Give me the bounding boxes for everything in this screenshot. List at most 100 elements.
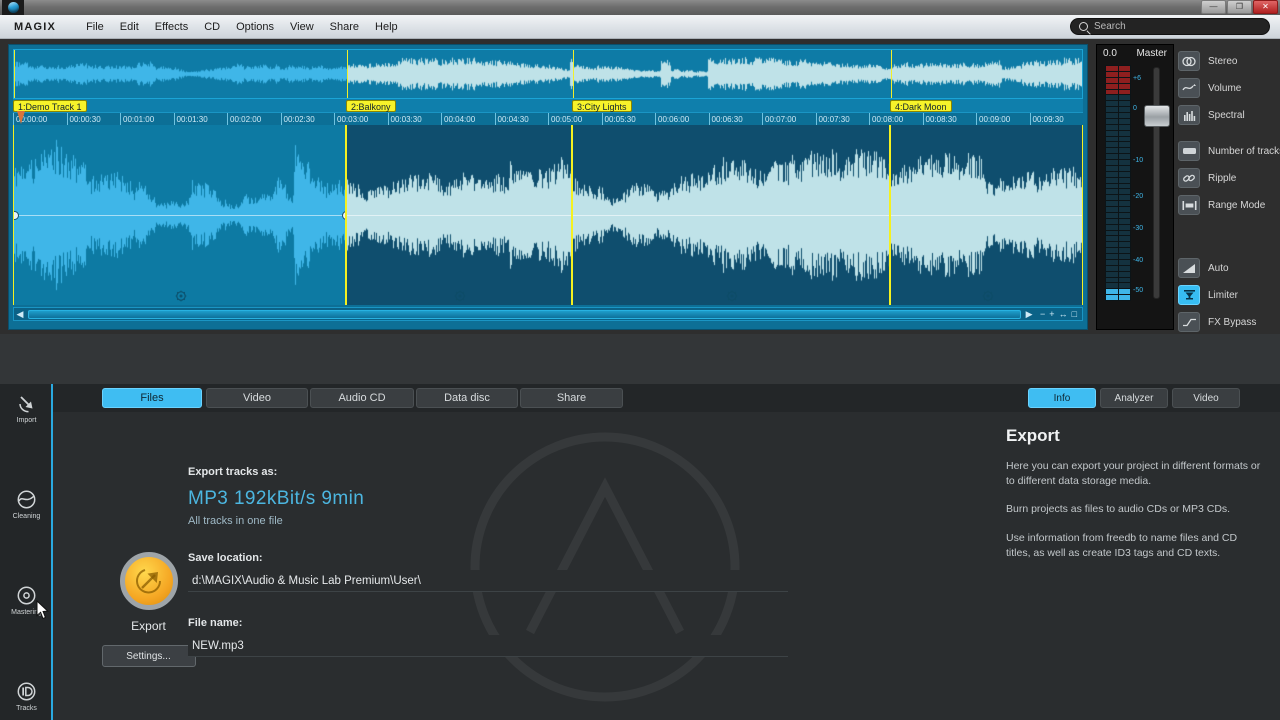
close-button[interactable]: ✕	[1253, 0, 1278, 14]
track-clip-2[interactable]	[346, 125, 572, 305]
scroll-left-icon[interactable]: ◀	[14, 308, 26, 320]
zoom-out-icon[interactable]: −	[1040, 309, 1045, 319]
ruler-tick: 00:02:00	[227, 113, 261, 125]
range-mode-label: Range Mode	[1208, 199, 1266, 211]
clip-fx-badge-icon[interactable]	[453, 290, 467, 302]
tab-video-info[interactable]: Video	[1172, 388, 1240, 408]
menu-cd[interactable]: CD	[196, 18, 228, 36]
info-title: Export	[1006, 426, 1060, 445]
spectral-label: Spectral	[1208, 109, 1245, 121]
export-content-panel: Export Settings... Export tracks as: MP3…	[53, 412, 990, 720]
clip-label-1[interactable]: 1:Demo Track 1	[13, 100, 87, 112]
master-fader-track[interactable]	[1153, 67, 1160, 299]
master-fader-knob[interactable]	[1144, 105, 1170, 127]
track-clip-4[interactable]	[890, 125, 1083, 305]
tab-share[interactable]: Share	[520, 388, 623, 408]
sidebar-item-import[interactable]: Import	[0, 384, 53, 432]
clip-fx-badge-icon[interactable]	[725, 290, 739, 302]
tab-video[interactable]: Video	[206, 388, 308, 408]
info-paragraph-3: Use information from freedb to name file…	[1006, 531, 1238, 559]
ruler-tick: 00:05:30	[601, 113, 636, 125]
master-label: Master	[1136, 48, 1167, 59]
restore-button[interactable]: ❐	[1227, 0, 1252, 14]
menu-help[interactable]: Help	[367, 18, 406, 36]
clip-label-4[interactable]: 4:Dark Moon	[890, 100, 952, 112]
clip-volume-line[interactable]	[573, 215, 889, 216]
export-button[interactable]	[119, 552, 178, 610]
zoom-fit-icon[interactable]: ↔	[1059, 309, 1068, 319]
ruler-tick: 00:04:00	[441, 113, 475, 125]
menu-effects[interactable]: Effects	[147, 18, 196, 36]
search-input[interactable]: Search	[1070, 18, 1270, 35]
number-of-tracks-button[interactable]	[1178, 141, 1200, 161]
limiter-button[interactable]	[1178, 285, 1200, 305]
sidebar-item-cleaning[interactable]: Cleaning	[0, 480, 53, 528]
clip-label-2[interactable]: 2:Balkony	[346, 100, 396, 112]
auto-label: Auto	[1208, 262, 1229, 274]
clip-fx-badge-icon[interactable]	[174, 290, 188, 302]
arranger-timeline: 1:Demo Track 1 2:Balkony 3:City Lights 4:Da…	[8, 44, 1088, 330]
menu-edit[interactable]: Edit	[112, 18, 147, 36]
ripple-button[interactable]	[1178, 168, 1200, 188]
menu-file[interactable]: File	[78, 18, 112, 36]
tab-audio-cd[interactable]: Audio CD	[310, 388, 414, 408]
clip-volume-line[interactable]	[14, 215, 345, 216]
ruler-tick: 00:01:30	[173, 113, 208, 125]
export-format-value[interactable]: MP3 192kBit/s 9min	[188, 488, 788, 510]
limiter-icon	[1183, 290, 1195, 300]
zoom-in-icon[interactable]: +	[1049, 309, 1054, 319]
scrollbar-thumb[interactable]	[28, 309, 1022, 319]
settings-button[interactable]: Settings...	[101, 645, 196, 667]
sidebar-item-tracks[interactable]: Tracks	[0, 672, 53, 720]
clip-volume-line[interactable]	[347, 215, 571, 216]
master-mixer-strip: 0.0 Master +6 0 -10 -20 -30 -40 -50	[1096, 44, 1174, 330]
clip-label-3[interactable]: 3:City Lights	[572, 100, 632, 112]
spectral-button[interactable]	[1178, 105, 1200, 125]
waveform-canvas	[573, 50, 891, 98]
tab-data-disc[interactable]: Data disc	[416, 388, 518, 408]
fx-bypass-icon	[1182, 318, 1196, 326]
tab-info[interactable]: Info	[1028, 388, 1096, 408]
export-settings-form: Export tracks as: MP3 192kBit/s 9min All…	[188, 466, 788, 657]
info-panel: Info Analyzer Video Export Here you can …	[990, 384, 1280, 720]
clip-fx-badge-icon[interactable]	[981, 290, 995, 302]
minimize-button[interactable]: —	[1201, 0, 1226, 14]
content-tab-bar: Files Video Audio CD Data disc Share	[53, 384, 990, 412]
range-mode-button[interactable]	[1178, 195, 1200, 215]
scroll-right-icon[interactable]: ▶	[1023, 308, 1035, 320]
horizontal-scrollbar[interactable]: ◀ ▶ − + ↔ □	[13, 307, 1083, 321]
ripple-icon	[1183, 174, 1195, 182]
stereo-button[interactable]	[1178, 51, 1200, 71]
menu-share[interactable]: Share	[322, 18, 367, 36]
fx-bypass-button[interactable]	[1178, 312, 1200, 332]
tab-analyzer[interactable]: Analyzer	[1100, 388, 1168, 408]
track-clip-1[interactable]	[13, 125, 346, 305]
auto-button[interactable]	[1178, 258, 1200, 278]
project-overview-strip[interactable]	[13, 49, 1083, 99]
overview-clip-3[interactable]	[573, 50, 891, 98]
scale-mark: -10	[1133, 157, 1144, 164]
overview-clip-2[interactable]	[347, 50, 573, 98]
ruler-tick: 00:06:00	[655, 113, 689, 125]
tab-files[interactable]: Files	[102, 388, 202, 408]
clip-volume-line[interactable]	[891, 215, 1082, 216]
sidebar-label-import: Import	[16, 416, 37, 424]
track-area[interactable]	[13, 125, 1083, 305]
volume-button[interactable]	[1178, 78, 1200, 98]
menu-view[interactable]: View	[282, 18, 322, 36]
stereo-icon	[1182, 56, 1196, 66]
ruler-tick: 00:03:00	[334, 113, 368, 125]
ripple-label: Ripple	[1208, 172, 1237, 184]
scale-mark: -40	[1133, 257, 1144, 264]
time-ruler[interactable]: 00:00:00 00:00:30 00:01:00 00:01:30 00:02:00…	[13, 112, 1083, 125]
file-name-input[interactable]: NEW.mp3	[188, 635, 788, 657]
zoom-all-icon[interactable]: □	[1072, 309, 1077, 319]
save-location-input[interactable]: d:\MAGIX\Audio & Music Lab Premium\User\	[188, 570, 788, 592]
volume-handle[interactable]	[14, 210, 19, 220]
export-format-sub: All tracks in one file	[188, 515, 283, 527]
menu-options[interactable]: Options	[228, 18, 282, 36]
overview-clip-4[interactable]	[891, 50, 1082, 98]
volume-curve-icon	[1181, 84, 1196, 91]
track-clip-3[interactable]	[572, 125, 890, 305]
overview-clip-1[interactable]	[14, 50, 347, 98]
